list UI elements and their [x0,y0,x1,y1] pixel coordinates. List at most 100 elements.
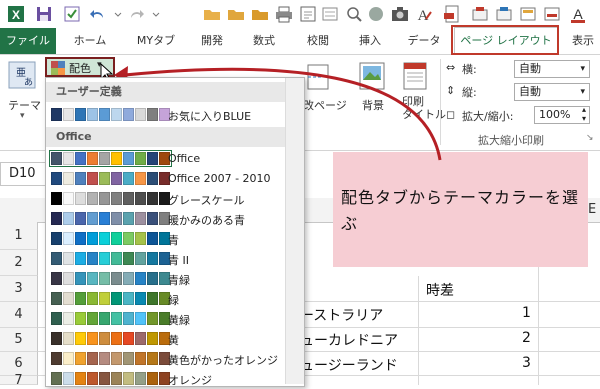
theme-color-name: グレースケール [168,194,245,207]
color-swatch [87,192,98,205]
color-swatch [135,152,146,165]
theme-color-name: お気に入りBLUE [168,110,252,123]
color-swatch [87,252,98,265]
color-swatch [111,172,122,185]
color-swatch [75,232,86,245]
color-swatch [51,232,62,245]
color-swatch [75,312,86,325]
theme-color-option[interactable]: 青 II [46,249,285,269]
color-swatch [147,272,158,285]
theme-color-name: Office 2007 - 2010 [168,172,271,185]
color-swatch [75,252,86,265]
theme-color-option[interactable]: Office 2007 - 2010 [46,169,285,189]
color-swatch [99,152,110,165]
color-swatch [99,108,110,121]
theme-color-option[interactable]: お気に入りBLUE [46,105,285,125]
color-swatch [123,272,134,285]
theme-color-option[interactable]: 黄色がかったオレンジ [46,349,285,369]
color-swatch [147,232,158,245]
section-header-user: ユーザー定義 [46,82,285,102]
theme-color-name: 黄色がかったオレンジ [168,354,278,367]
theme-color-option[interactable]: 黄 [46,329,285,349]
color-swatch [75,352,86,365]
color-swatch [135,272,146,285]
color-swatch [51,152,62,165]
color-swatch-strip [51,252,170,265]
color-swatch [51,312,62,325]
color-swatch [111,312,122,325]
color-swatch [147,292,158,305]
color-swatch [51,252,62,265]
color-swatch [87,152,98,165]
color-swatch [51,192,62,205]
color-swatch [75,272,86,285]
color-swatch [111,192,122,205]
theme-color-name: 黄 [168,334,179,347]
color-swatch [87,372,98,385]
theme-color-option[interactable]: 暖かみのある青 [46,209,285,229]
color-swatch [123,352,134,365]
color-swatch [123,172,134,185]
theme-color-name: オレンジ [168,374,212,387]
color-swatch [123,212,134,225]
theme-color-option[interactable]: Office [46,149,285,169]
theme-color-name: Office [168,152,201,165]
color-swatch [75,212,86,225]
color-swatch [147,212,158,225]
color-swatch [51,172,62,185]
color-swatch-strip [51,292,170,305]
color-swatch-strip [51,172,170,185]
theme-color-option[interactable]: 青緑 [46,269,285,289]
color-swatch [135,192,146,205]
color-swatch-strip [51,108,170,121]
theme-color-option[interactable]: 緑 [46,289,285,309]
color-swatch [99,372,110,385]
color-swatch [99,232,110,245]
color-swatch [123,152,134,165]
color-swatch [63,312,74,325]
color-swatch [51,332,62,345]
color-swatch [63,272,74,285]
color-swatch [123,312,134,325]
color-swatch [147,372,158,385]
color-swatch-strip [51,372,170,385]
color-swatch-strip [51,272,170,285]
color-swatch [63,252,74,265]
theme-color-option[interactable]: グレースケール [46,189,285,209]
color-swatch [99,272,110,285]
color-swatch [123,332,134,345]
color-swatch [123,192,134,205]
color-swatch [75,332,86,345]
color-swatch [135,212,146,225]
color-swatch [147,192,158,205]
color-swatch [135,232,146,245]
color-swatch [111,152,122,165]
color-swatch [63,332,74,345]
dropdown-scrollbar[interactable] [285,78,304,384]
color-swatch [87,272,98,285]
color-swatch-strip [51,332,170,345]
theme-color-option[interactable]: 青 [46,229,285,249]
color-swatch [51,372,62,385]
theme-color-option[interactable]: 黄緑 [46,309,285,329]
color-swatch [99,292,110,305]
color-swatch [51,272,62,285]
color-swatch [99,252,110,265]
color-swatch [123,252,134,265]
theme-color-option[interactable]: オレンジ [46,369,285,389]
color-swatch-strip [51,352,170,365]
color-swatch [63,192,74,205]
color-swatch [99,312,110,325]
color-swatch [75,192,86,205]
color-swatch-strip [51,192,170,205]
color-swatch [147,352,158,365]
color-swatch [63,108,74,121]
color-swatch [51,108,62,121]
color-swatch [87,232,98,245]
color-swatch [123,108,134,121]
colors-dropdown: ユーザー定義 お気に入りBLUE Office Office Office 200… [45,77,305,387]
color-swatch [111,372,122,385]
color-swatch [111,212,122,225]
color-swatch [87,352,98,365]
color-swatch [87,212,98,225]
